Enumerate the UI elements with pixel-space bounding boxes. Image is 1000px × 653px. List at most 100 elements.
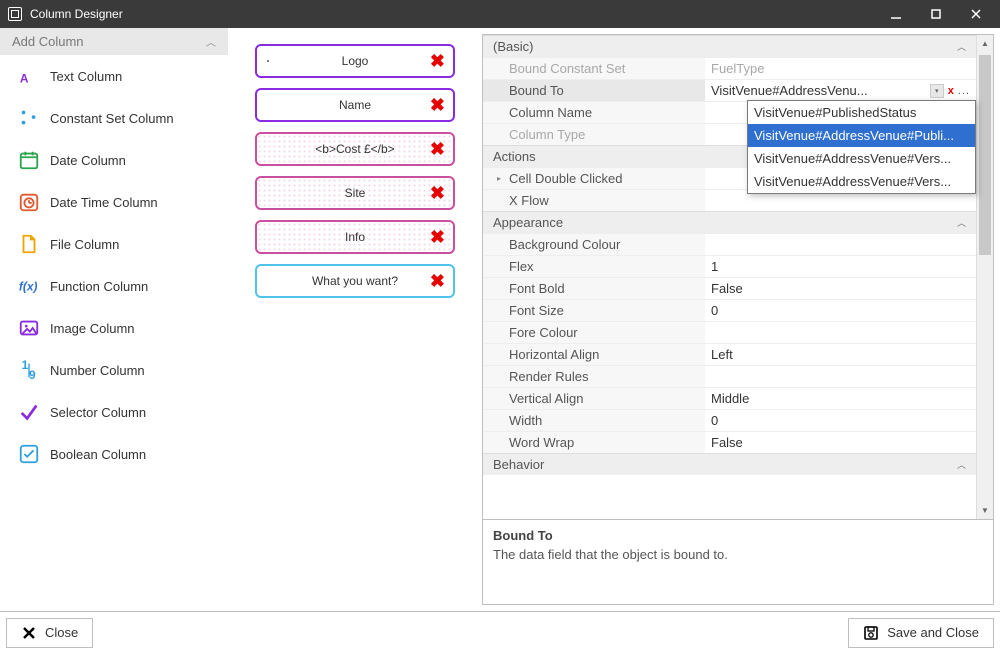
sidebar-item-label: Boolean Column <box>50 447 146 462</box>
column-chip[interactable]: Logo✖ <box>255 44 455 78</box>
property-value[interactable] <box>705 322 976 343</box>
property-value[interactable]: 1 <box>705 256 976 277</box>
sidebar-item-date[interactable]: Date Column <box>0 139 228 181</box>
dropdown-toggle-icon[interactable]: ▾ <box>930 84 944 98</box>
sidebar-item-constset[interactable]: Constant Set Column <box>0 97 228 139</box>
dropdown-option[interactable]: VisitVenue#AddressVenue#Publi... <box>748 124 975 147</box>
property-row[interactable]: Render Rules <box>483 365 976 387</box>
property-value[interactable]: False <box>705 432 976 453</box>
property-label: Bound To <box>483 80 705 101</box>
chevron-up-icon: ︿ <box>957 216 966 229</box>
sidebar-item-number[interactable]: 19Number Column <box>0 349 228 391</box>
column-chip[interactable]: Site✖ <box>255 176 455 210</box>
chip-remove-icon[interactable]: ✖ <box>430 95 445 116</box>
column-list: Logo✖Name✖<b>Cost £</b>✖Site✖Info✖What y… <box>228 28 482 611</box>
column-chip-label: Site <box>257 186 453 200</box>
property-row[interactable]: Bound ToVisitVenue#AddressVenu...▾x... <box>483 79 976 101</box>
dropdown-option[interactable]: VisitVenue#AddressVenue#Vers... <box>748 147 975 170</box>
dropdown-option[interactable]: VisitVenue#AddressVenue#Vers... <box>748 170 975 193</box>
chip-remove-icon[interactable]: ✖ <box>430 271 445 292</box>
column-chip[interactable]: <b>Cost £</b>✖ <box>255 132 455 166</box>
clear-value-icon[interactable]: x <box>948 85 954 97</box>
property-row[interactable]: Font Size 0 <box>483 299 976 321</box>
scroll-up-icon[interactable]: ▲ <box>977 35 993 52</box>
property-value-text: 0 <box>711 303 718 318</box>
column-chip[interactable]: What you want?✖ <box>255 264 455 298</box>
property-label: Width <box>483 410 705 431</box>
property-category-header[interactable]: Appearance ︿ <box>483 211 976 233</box>
number-icon: 19 <box>18 359 40 381</box>
column-chip[interactable]: Name✖ <box>255 88 455 122</box>
bound-to-dropdown[interactable]: VisitVenue#PublishedStatusVisitVenue#Add… <box>747 100 976 194</box>
column-chip[interactable]: Info✖ <box>255 220 455 254</box>
scroll-down-icon[interactable]: ▼ <box>977 502 993 519</box>
save-and-close-button[interactable]: Save and Close <box>848 618 994 648</box>
property-row[interactable]: Fore Colour <box>483 321 976 343</box>
sidebar-item-function[interactable]: f(x) Function Column <box>0 265 228 307</box>
property-label: Vertical Align <box>483 388 705 409</box>
svg-text:A: A <box>20 71 29 85</box>
chevron-up-icon: ︿ <box>957 40 966 53</box>
property-label: Bound Constant Set <box>483 58 705 79</box>
sidebar-item-image[interactable]: Image Column <box>0 307 228 349</box>
property-label: Font Bold <box>483 278 705 299</box>
window-minimize-button[interactable] <box>876 0 916 28</box>
dropdown-option[interactable]: VisitVenue#PublishedStatus <box>748 101 975 124</box>
property-label: Fore Colour <box>483 322 705 343</box>
sidebar-item-label: Date Time Column <box>50 195 158 210</box>
property-value[interactable]: FuelType <box>705 58 976 79</box>
property-value[interactable]: False <box>705 278 976 299</box>
sidebar-item-boolean[interactable]: Boolean Column <box>0 433 228 475</box>
property-row[interactable]: Horizontal AlignLeft <box>483 343 976 365</box>
sidebar-item-label: Selector Column <box>50 405 146 420</box>
property-row[interactable]: Background Colour <box>483 233 976 255</box>
svg-text:f(x): f(x) <box>19 280 38 294</box>
property-value[interactable] <box>705 366 976 387</box>
sidebar-item-file[interactable]: File Column <box>0 223 228 265</box>
category-name: Appearance <box>493 215 563 230</box>
column-chip-label: Logo <box>257 54 453 68</box>
sidebar-item-label: Function Column <box>50 279 148 294</box>
property-row[interactable]: Vertical Align Middle <box>483 387 976 409</box>
scrollbar-thumb[interactable] <box>979 55 991 255</box>
property-value[interactable]: VisitVenue#AddressVenu...▾x... <box>705 80 976 101</box>
property-value-text: 1 <box>711 259 718 274</box>
property-row[interactable]: Flex1 <box>483 255 976 277</box>
property-category-header[interactable]: (Basic)︿ <box>483 35 976 57</box>
property-label: Column Type <box>483 124 705 145</box>
property-value-text: Left <box>711 347 733 362</box>
property-row[interactable]: Width0 <box>483 409 976 431</box>
sidebar-item-text[interactable]: A Text Column <box>0 55 228 97</box>
ellipsis-button[interactable]: ... <box>958 85 970 97</box>
property-value[interactable]: Left <box>705 344 976 365</box>
vertical-scrollbar[interactable]: ▲ ▼ <box>976 35 993 519</box>
property-value-text: FuelType <box>711 61 764 76</box>
sidebar-item-selector[interactable]: Selector Column <box>0 391 228 433</box>
sidebar: Add Column ︿ A Text Column Constant Set Co… <box>0 28 228 611</box>
window-close-button[interactable] <box>956 0 996 28</box>
close-button[interactable]: Close <box>6 618 93 648</box>
property-label: Cell Double Clicked <box>483 168 705 189</box>
chip-remove-icon[interactable]: ✖ <box>430 227 445 248</box>
property-category-header[interactable]: Behavior︿ <box>483 453 976 475</box>
property-label: Background Colour <box>483 234 705 255</box>
property-row[interactable]: Word WrapFalse <box>483 431 976 453</box>
property-value[interactable]: 0 <box>705 410 976 431</box>
property-value[interactable]: 0 <box>705 300 976 321</box>
property-label: Font Size <box>483 300 705 321</box>
save-button-label: Save and Close <box>887 625 979 640</box>
property-value-text: Middle <box>711 391 749 406</box>
chip-remove-icon[interactable]: ✖ <box>430 139 445 160</box>
chip-remove-icon[interactable]: ✖ <box>430 183 445 204</box>
property-value[interactable] <box>705 234 976 255</box>
property-value-text: False <box>711 435 743 450</box>
footer: Close Save and Close <box>0 611 1000 653</box>
property-value[interactable]: Middle <box>705 388 976 409</box>
sidebar-header[interactable]: Add Column ︿ <box>0 28 228 55</box>
property-row[interactable]: Font BoldFalse <box>483 277 976 299</box>
window-maximize-button[interactable] <box>916 0 956 28</box>
sidebar-item-label: Text Column <box>50 69 122 84</box>
sidebar-item-datetime[interactable]: Date Time Column <box>0 181 228 223</box>
chip-remove-icon[interactable]: ✖ <box>430 51 445 72</box>
property-row[interactable]: Bound Constant Set FuelType <box>483 57 976 79</box>
